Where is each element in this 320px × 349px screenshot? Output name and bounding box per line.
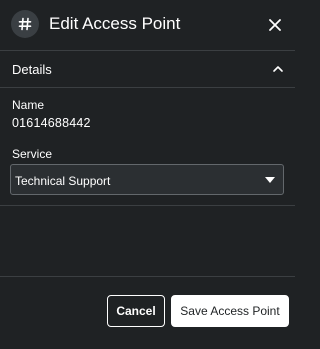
service-select[interactable]: Technical Support bbox=[10, 164, 284, 195]
caret-down-icon bbox=[265, 177, 275, 183]
details-section-title: Details bbox=[12, 62, 52, 77]
name-value: 01614688442 bbox=[12, 116, 91, 130]
dialog-title: Edit Access Point bbox=[49, 14, 181, 33]
close-button[interactable] bbox=[264, 14, 286, 36]
close-icon bbox=[269, 19, 281, 31]
cancel-button[interactable]: Cancel bbox=[107, 295, 165, 327]
footer-divider bbox=[0, 276, 295, 277]
service-selected-value: Technical Support bbox=[15, 174, 111, 188]
dialog-header: Edit Access Point bbox=[0, 0, 295, 50]
edit-access-point-dialog: Edit Access Point Details Name 016146884… bbox=[0, 0, 295, 349]
save-access-point-button[interactable]: Save Access Point bbox=[171, 295, 289, 327]
details-section-toggle[interactable]: Details bbox=[0, 51, 295, 87]
details-bottom-divider bbox=[0, 205, 295, 206]
chevron-up-icon bbox=[272, 64, 284, 74]
name-label: Name bbox=[12, 98, 45, 112]
service-label: Service bbox=[12, 147, 53, 161]
section-divider bbox=[0, 87, 295, 88]
hash-icon bbox=[11, 10, 39, 38]
